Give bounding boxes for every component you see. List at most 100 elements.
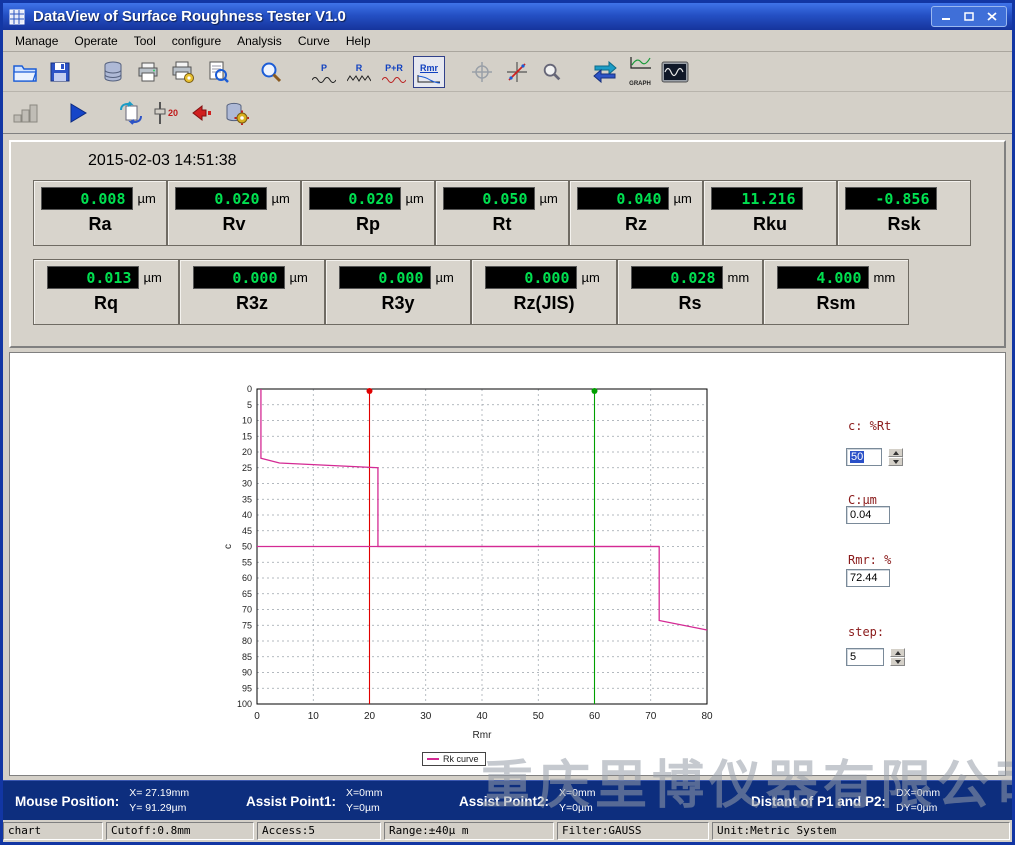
lcd-value: 0.050 (443, 187, 535, 210)
value-unit: mm (874, 270, 896, 285)
printer-setup-icon (171, 60, 195, 84)
measurement-cell: 4.000 mm Rsm (763, 259, 909, 325)
open-folder-icon (12, 60, 38, 84)
c-percent-rt-label: c: %Rt (848, 419, 891, 433)
rmr-curve-button[interactable]: Rmr (413, 56, 445, 88)
c-um-input[interactable]: 0.04 (846, 506, 890, 524)
menu-operate[interactable]: Operate (66, 32, 125, 50)
print-preview-button[interactable] (202, 56, 234, 88)
menu-tool[interactable]: Tool (126, 32, 164, 50)
svg-text:100: 100 (237, 699, 252, 709)
svg-text:70: 70 (645, 711, 657, 722)
c-percent-rt-input[interactable]: 50 (846, 448, 882, 466)
svg-text:65: 65 (242, 589, 252, 599)
rmr-wave-icon (417, 74, 441, 84)
spin-down-button[interactable] (890, 657, 905, 666)
measurement-cell: 0.000 µm R3y (325, 259, 471, 325)
menu-help[interactable]: Help (338, 32, 379, 50)
window-title: DataView of Surface Roughness Tester V1.… (33, 8, 346, 25)
graph-button[interactable]: GRAPH (624, 56, 656, 88)
param-label: Rz(JIS) (472, 293, 616, 314)
value-unit: µm (290, 270, 312, 285)
param-label: Rsm (764, 293, 908, 314)
open-button[interactable] (9, 56, 41, 88)
menu-configure[interactable]: configure (164, 32, 229, 50)
svg-text:15: 15 (242, 431, 252, 441)
svg-text:Rmr: Rmr (473, 730, 493, 741)
minimize-button[interactable] (938, 9, 954, 24)
steps-button[interactable] (9, 97, 41, 129)
database-icon (101, 60, 125, 84)
svg-text:30: 30 (242, 479, 252, 489)
p-curve-button[interactable]: P (308, 56, 340, 88)
printer-icon (136, 60, 160, 84)
maximize-button[interactable] (961, 9, 977, 24)
step-back-button[interactable] (185, 97, 217, 129)
lcd-value: 0.000 (485, 266, 577, 289)
magnification-slider-button[interactable]: 20 (150, 97, 182, 129)
measurement-cell: 11.216 Rku (703, 180, 837, 246)
svg-text:40: 40 (242, 510, 252, 520)
lcd-value: 11.216 (711, 187, 803, 210)
menu-curve[interactable]: Curve (290, 32, 338, 50)
oscilloscope-button[interactable] (659, 56, 691, 88)
menu-manage[interactable]: Manage (7, 32, 66, 50)
param-label: Rq (34, 293, 178, 314)
distance-values: DX=0mmDY=0µm (896, 786, 940, 816)
crosshair-circle-icon (470, 60, 494, 84)
spin-up-button[interactable] (888, 448, 903, 457)
assist-point1-group: Assist Point1: X=0mmY=0µm (246, 781, 383, 821)
measurement-cell: 0.020 µm Rp (301, 180, 435, 246)
swap-curves-button[interactable] (589, 56, 621, 88)
p-wave-icon (312, 74, 336, 84)
svg-text:10: 10 (242, 416, 252, 426)
measurement-cell: 0.000 µm Rz(JIS) (471, 259, 617, 325)
value-unit: µm (674, 191, 696, 206)
rmr-percent-input[interactable]: 72.44 (846, 569, 890, 587)
lcd-value: 0.028 (631, 266, 723, 289)
save-button[interactable] (44, 56, 76, 88)
assist-point2-button[interactable] (501, 56, 533, 88)
svg-text:60: 60 (589, 711, 601, 722)
svg-text:85: 85 (242, 652, 252, 662)
zoom-button[interactable] (255, 56, 287, 88)
database-button[interactable] (97, 56, 129, 88)
pr-curve-button[interactable]: P+R (378, 56, 410, 88)
print-button[interactable] (132, 56, 164, 88)
spin-down-button[interactable] (888, 457, 903, 466)
pr-curve-label: P+R (385, 63, 403, 73)
close-button[interactable] (984, 9, 1000, 24)
sync-data-button[interactable] (115, 97, 147, 129)
step-input[interactable]: 5 (846, 648, 884, 666)
lcd-value: 0.020 (309, 187, 401, 210)
pr-wave-icon (382, 74, 406, 84)
r-wave-icon (347, 74, 371, 84)
rk-chart[interactable]: 0510152025303540455055606570758085909510… (205, 371, 745, 751)
graph-label: GRAPH (629, 81, 651, 87)
toolbar-secondary: 20 (3, 92, 1012, 134)
print-preview-icon (206, 60, 230, 84)
legend-label: Rk curve (443, 754, 479, 764)
print-setup-button[interactable] (167, 56, 199, 88)
assist-point1-button[interactable] (466, 56, 498, 88)
svg-text:45: 45 (242, 526, 252, 536)
sync-arrows-icon (118, 101, 144, 125)
mouse-position-group: Mouse Position: X= 27.19mmY= 91.29µm (15, 781, 189, 821)
chart-legend: Rk curve (422, 752, 486, 766)
lcd-value: 0.000 (193, 266, 285, 289)
svg-text:20: 20 (364, 711, 376, 722)
svg-text:75: 75 (242, 620, 252, 630)
distance-label: Distant of P1 and P2: (751, 794, 886, 809)
spin-up-button[interactable] (890, 648, 905, 657)
app-icon (9, 9, 27, 25)
r-curve-button[interactable]: R (343, 56, 375, 88)
value-unit: µm (582, 270, 604, 285)
start-measure-button[interactable] (62, 97, 94, 129)
rmr-curve-label: Rmr (420, 63, 438, 73)
swap-arrows-icon (592, 60, 618, 84)
menu-analysis[interactable]: Analysis (229, 32, 290, 50)
steps-icon (12, 101, 38, 125)
zoom-area-button[interactable] (536, 56, 568, 88)
database-settings-button[interactable] (220, 97, 252, 129)
slider-icon (154, 100, 166, 126)
